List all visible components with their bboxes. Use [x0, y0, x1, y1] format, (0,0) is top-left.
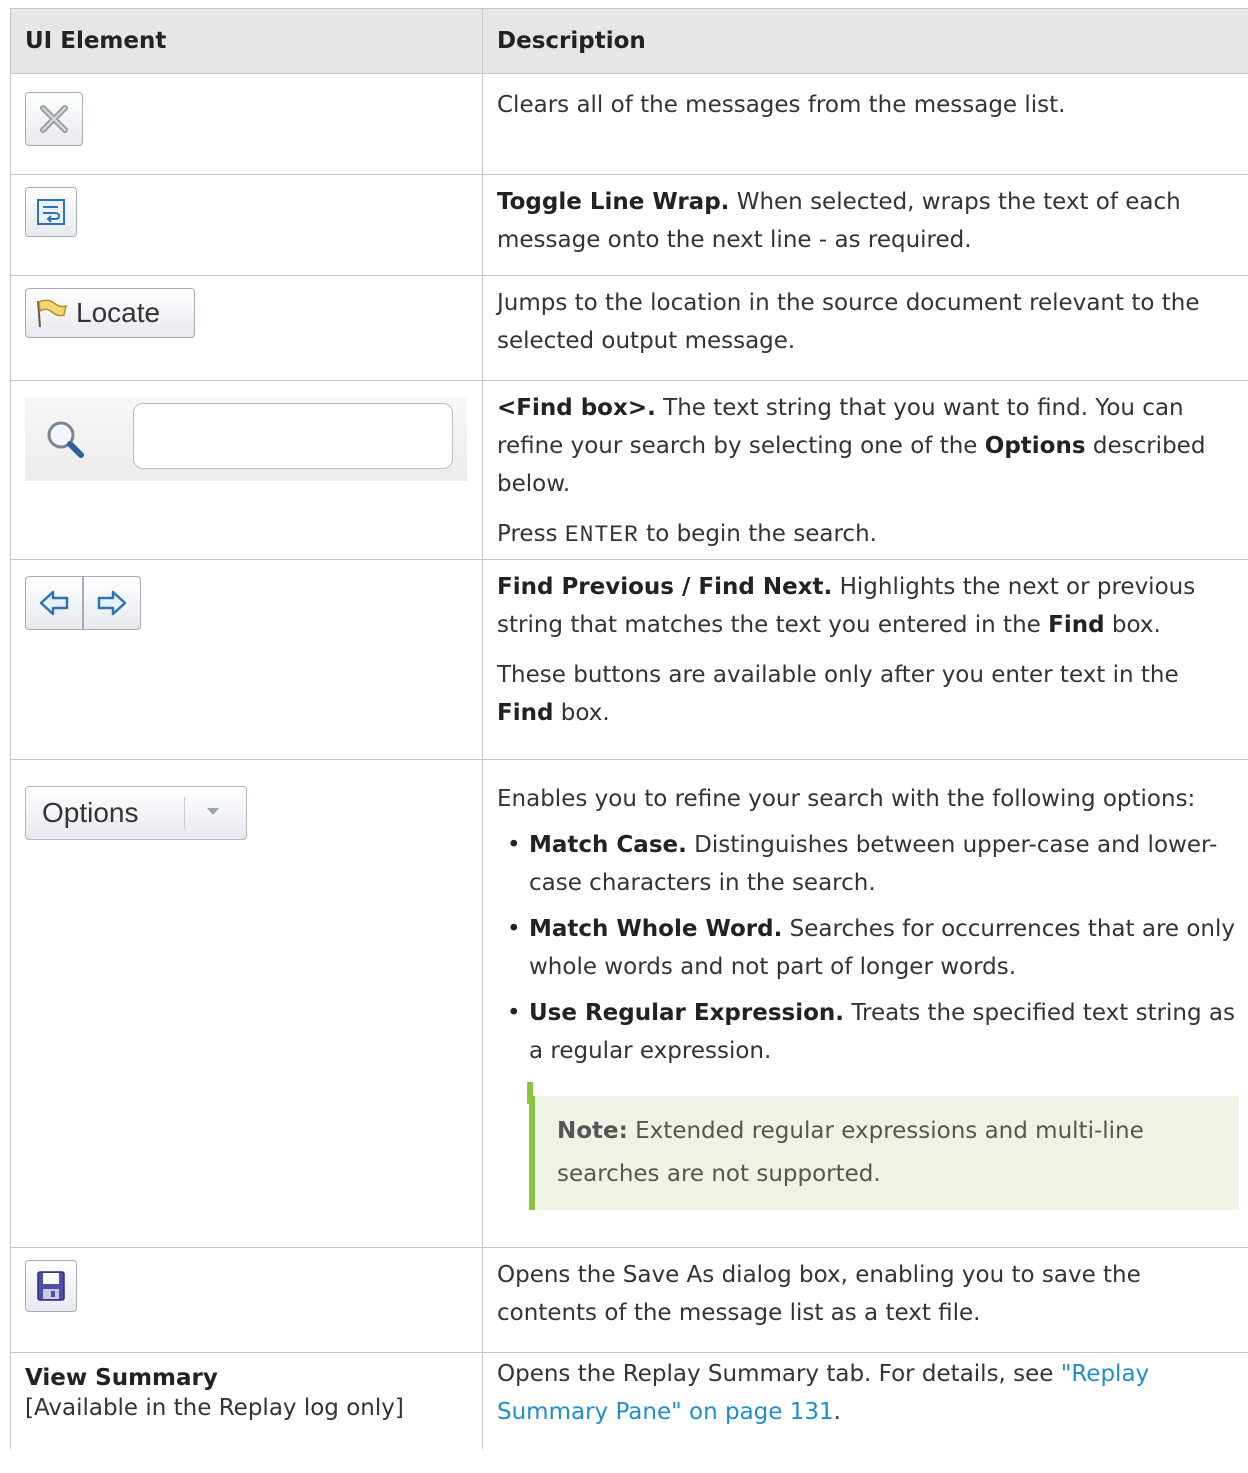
- note-box: Note: Extended regular expressions and m…: [527, 1082, 1239, 1210]
- note-marker-icon: [527, 1082, 533, 1104]
- locate-label: Locate: [76, 297, 161, 328]
- header-description: Description: [497, 28, 646, 54]
- options-dropdown[interactable]: Options: [25, 786, 247, 840]
- chevron-down-icon: [207, 808, 219, 815]
- table-row-locate: Locate Jumps to the location in the sour…: [11, 276, 1248, 381]
- view-summary-label: View Summary: [25, 1365, 218, 1391]
- table-row-find: <Find box>. The text string that you wan…: [11, 381, 1248, 560]
- save-icon: [37, 1271, 65, 1301]
- header-ui-element: UI Element: [11, 9, 483, 73]
- table-row-wrap: Toggle Line Wrap. When selected, wraps t…: [11, 175, 1248, 276]
- options-list: Match Case. Distinguishes between upper-…: [497, 826, 1239, 1070]
- list-item: Match Whole Word. Searches for occurrenc…: [497, 910, 1239, 986]
- find-previous-button[interactable]: [25, 576, 83, 630]
- line-wrap-icon: [37, 199, 65, 225]
- flag-icon: [37, 299, 68, 328]
- clear-button[interactable]: [25, 92, 83, 146]
- options-intro: Enables you to refine your search with t…: [497, 786, 1196, 812]
- table-row-options: Options Enables you to refine your searc…: [11, 760, 1248, 1248]
- table-row-prev-next: Find Previous / Find Next. Highlights th…: [11, 560, 1248, 760]
- table-row-clear: Clears all of the messages from the mess…: [11, 74, 1248, 175]
- find-title: <Find box>.: [497, 395, 656, 421]
- toggle-line-wrap-button[interactable]: [25, 187, 77, 237]
- arrow-right-icon: [97, 590, 127, 616]
- find-toolbar: [25, 397, 467, 481]
- save-description: Opens the Save As dialog box, enabling y…: [497, 1262, 1141, 1326]
- search-icon: [47, 421, 84, 458]
- find-next-button[interactable]: [83, 576, 141, 630]
- ui-element-table: UI Element Description Clears all of the…: [10, 8, 1248, 1449]
- find-input[interactable]: [133, 403, 453, 469]
- note-text: Extended regular expressions and multi-l…: [557, 1118, 1144, 1187]
- options-label: Options: [42, 797, 139, 828]
- note-label: Note:: [557, 1118, 628, 1144]
- prev-next-title: Find Previous / Find Next.: [497, 574, 833, 600]
- table-row-summary: View Summary [Available in the Replay lo…: [11, 1353, 1248, 1449]
- locate-button[interactable]: Locate: [25, 288, 195, 338]
- wrap-title: Toggle Line Wrap.: [497, 189, 730, 215]
- locate-description: Jumps to the location in the source docu…: [497, 290, 1200, 354]
- list-item: Match Case. Distinguishes between upper-…: [497, 826, 1239, 902]
- view-summary-note: [Available in the Replay log only]: [25, 1395, 404, 1421]
- arrow-left-icon: [39, 590, 69, 616]
- clear-description: Clears all of the messages from the mess…: [497, 92, 1066, 118]
- enter-key: ENTER: [564, 522, 639, 548]
- table-header: UI Element Description: [11, 9, 1248, 74]
- table-row-save: Opens the Save As dialog box, enabling y…: [11, 1248, 1248, 1353]
- list-item: Use Regular Expression. Treats the speci…: [497, 994, 1239, 1070]
- clear-icon: [40, 105, 68, 133]
- save-button[interactable]: [25, 1260, 77, 1312]
